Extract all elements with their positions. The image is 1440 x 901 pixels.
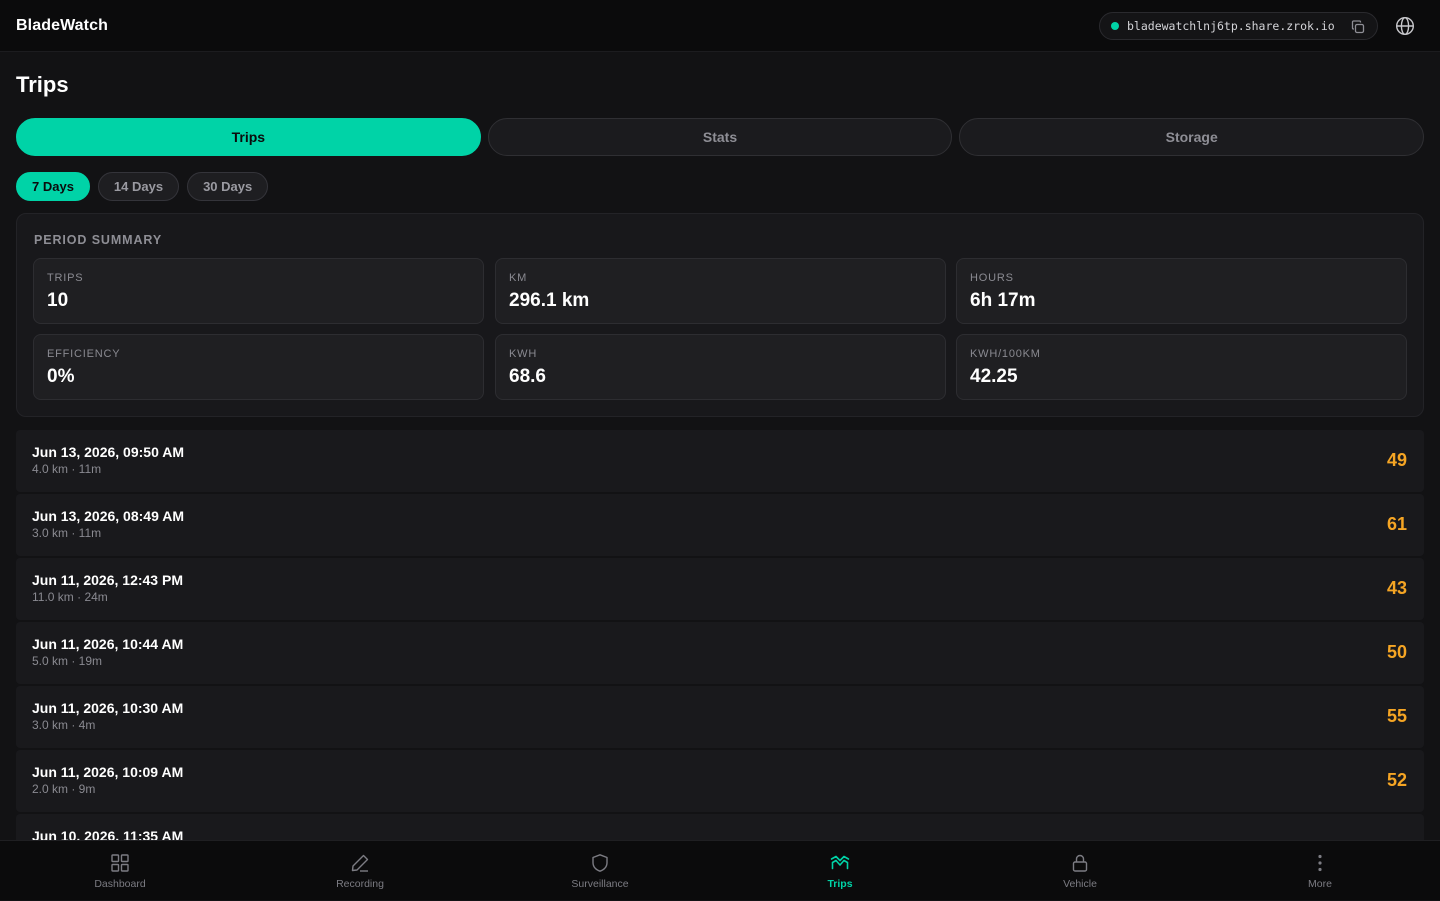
trip-score: 50 bbox=[1386, 642, 1407, 662]
trip-date: Jun 11, 2026, 10:09 AM bbox=[32, 764, 184, 780]
trip-row[interactable]: Jun 13, 2026, 08:49 AM 3.0 km · 11m 61 bbox=[16, 494, 1424, 556]
stat-value: 42.25 bbox=[970, 366, 1018, 387]
trip-meta: 4.0 km · 11m bbox=[32, 462, 102, 476]
stat-value: 0% bbox=[47, 366, 75, 387]
tab-stats[interactable]: Stats bbox=[487, 118, 953, 156]
bottom-nav: Dashboard Recording Surveillance Trips V… bbox=[0, 840, 1440, 900]
lock-icon bbox=[1072, 854, 1088, 872]
nav-more[interactable]: More bbox=[1200, 841, 1440, 901]
trip-row[interactable]: Jun 11, 2026, 10:44 AM 5.0 km · 19m 50 bbox=[16, 622, 1424, 684]
trip-row[interactable]: Jun 11, 2026, 10:09 AM 2.0 km · 9m 52 bbox=[16, 750, 1424, 812]
nav-surveillance[interactable]: Surveillance bbox=[480, 841, 720, 901]
trip-date: Jun 11, 2026, 12:43 PM bbox=[32, 572, 183, 588]
nav-dashboard[interactable]: Dashboard bbox=[0, 841, 240, 901]
trip-row[interactable]: Jun 11, 2026, 12:43 PM 11.0 km · 24m 43 bbox=[16, 558, 1424, 620]
stat-value: 68.6 bbox=[509, 366, 546, 387]
trip-date: Jun 13, 2026, 09:50 AM bbox=[32, 444, 185, 460]
trip-date: Jun 10, 2026, 11:35 AM bbox=[32, 828, 184, 840]
trip-row[interactable]: Jun 10, 2026, 11:35 AM bbox=[16, 814, 1424, 840]
app-title: BladeWatch bbox=[16, 17, 108, 34]
range-7-days[interactable]: 7 Days bbox=[16, 172, 90, 201]
trip-meta: 2.0 km · 9m bbox=[32, 782, 96, 796]
stat-hours: HOURS 6h 17m bbox=[956, 258, 1407, 324]
nav-vehicle[interactable]: Vehicle bbox=[960, 841, 1200, 901]
trip-score: 49 bbox=[1386, 450, 1407, 470]
more-vertical-icon bbox=[1318, 854, 1322, 872]
tab-bar: Trips Stats Storage bbox=[16, 118, 1425, 156]
stat-label: KWH/100KM bbox=[970, 348, 1041, 360]
tab-trips[interactable]: Trips bbox=[16, 118, 481, 156]
trip-meta: 3.0 km · 11m bbox=[32, 526, 102, 540]
nav-label: Dashboard bbox=[94, 878, 146, 890]
stat-trips: TRIPS 10 bbox=[33, 258, 484, 324]
stat-value: 10 bbox=[47, 290, 69, 311]
trip-date: Jun 11, 2026, 10:30 AM bbox=[32, 700, 184, 716]
trip-score: 61 bbox=[1386, 514, 1407, 534]
copy-icon[interactable] bbox=[1351, 20, 1365, 34]
nav-recording[interactable]: Recording bbox=[240, 841, 480, 901]
nav-label: Recording bbox=[336, 878, 384, 890]
pen-icon bbox=[351, 854, 369, 872]
stat-efficiency: EFFICIENCY 0% bbox=[33, 334, 484, 400]
range-selector: 7 Days 14 Days 30 Days bbox=[16, 172, 269, 201]
share-url-pill[interactable]: bladewatchlnj6tp.share.zrok.io bbox=[1099, 12, 1378, 40]
nav-label: Trips bbox=[827, 878, 853, 890]
page-title: Trips bbox=[16, 72, 69, 97]
trip-score: 43 bbox=[1386, 578, 1407, 598]
stat-label: EFFICIENCY bbox=[47, 348, 121, 360]
top-bar: BladeWatch bladewatchlnj6tp.share.zrok.i… bbox=[0, 0, 1440, 52]
stat-km: KM 296.1 km bbox=[495, 258, 946, 324]
trip-meta: 11.0 km · 24m bbox=[32, 590, 108, 604]
globe-icon[interactable] bbox=[1395, 16, 1415, 36]
stat-value: 296.1 km bbox=[509, 290, 590, 311]
period-summary-card: PERIOD SUMMARY TRIPS 10 KM 296.1 km HOUR… bbox=[16, 213, 1424, 417]
trips-icon bbox=[830, 855, 850, 870]
share-url-text: bladewatchlnj6tp.share.zrok.io bbox=[1127, 19, 1335, 33]
trip-meta: 3.0 km · 4m bbox=[32, 718, 96, 732]
stat-label: TRIPS bbox=[47, 272, 84, 284]
stat-label: HOURS bbox=[970, 272, 1014, 284]
stat-kwh-per-100km: KWH/100KM 42.25 bbox=[956, 334, 1407, 400]
shield-icon bbox=[592, 854, 608, 872]
trip-score: 55 bbox=[1386, 706, 1407, 726]
trip-row[interactable]: Jun 11, 2026, 10:30 AM 3.0 km · 4m 55 bbox=[16, 686, 1424, 748]
range-30-days[interactable]: 30 Days bbox=[187, 172, 269, 201]
stat-label: KM bbox=[509, 272, 528, 284]
range-14-days[interactable]: 14 Days bbox=[97, 172, 180, 201]
trip-date: Jun 13, 2026, 08:49 AM bbox=[32, 508, 185, 524]
stat-kwh: KWH 68.6 bbox=[495, 334, 946, 400]
trip-row[interactable]: Jun 13, 2026, 09:50 AM 4.0 km · 11m 49 bbox=[16, 430, 1424, 492]
nav-label: Vehicle bbox=[1063, 878, 1097, 890]
grid-icon bbox=[111, 854, 129, 872]
nav-label: Surveillance bbox=[571, 878, 629, 890]
trip-score: 52 bbox=[1386, 770, 1407, 790]
trip-list[interactable]: Jun 13, 2026, 09:50 AM 4.0 km · 11m 49 J… bbox=[16, 430, 1424, 840]
summary-heading: PERIOD SUMMARY bbox=[34, 233, 163, 247]
nav-trips[interactable]: Trips bbox=[720, 841, 960, 901]
stat-label: KWH bbox=[509, 348, 538, 360]
trip-meta: 5.0 km · 19m bbox=[32, 654, 103, 668]
trip-date: Jun 11, 2026, 10:44 AM bbox=[32, 636, 184, 652]
status-dot bbox=[1111, 22, 1119, 30]
nav-label: More bbox=[1308, 878, 1332, 890]
tab-storage[interactable]: Storage bbox=[959, 118, 1425, 156]
stat-value: 6h 17m bbox=[970, 290, 1036, 311]
